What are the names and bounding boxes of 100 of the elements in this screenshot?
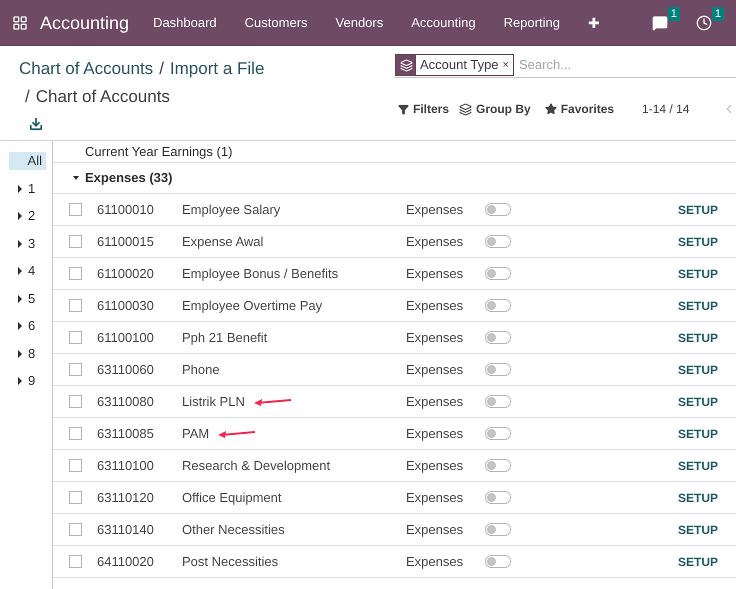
setup-link[interactable]: SETUP	[678, 392, 718, 410]
filter-icon	[398, 104, 409, 114]
setup-link[interactable]: SETUP	[678, 360, 718, 378]
setup-link[interactable]: SETUP	[678, 200, 718, 218]
sidebar-item-label: 4	[28, 262, 36, 280]
account-type: Expenses	[406, 264, 464, 283]
setup-link[interactable]: SETUP	[678, 296, 718, 314]
sidebar-item-label: 9	[28, 372, 36, 390]
toggle-switch[interactable]	[485, 363, 511, 376]
toggle-switch[interactable]	[485, 267, 511, 280]
toggle-switch[interactable]	[485, 491, 511, 504]
sidebar-item[interactable]: 9	[9, 372, 46, 390]
search-field[interactable]: Search...	[518, 55, 736, 75]
row-checkbox[interactable]	[69, 459, 82, 472]
account-name: Pph 21 Benefit	[182, 328, 268, 347]
row-checkbox[interactable]	[69, 555, 82, 568]
nav-menu-item[interactable]: Vendors	[336, 13, 384, 33]
nav-menu-item[interactable]: Reporting	[504, 13, 560, 33]
download-icon[interactable]	[29, 117, 43, 131]
account-code: 61100100	[97, 328, 155, 347]
account-type: Expenses	[406, 488, 464, 507]
setup-link[interactable]: SETUP	[678, 456, 718, 474]
account-code: 63110140	[97, 520, 155, 539]
sidebar-item[interactable]: 2	[9, 207, 46, 225]
row-checkbox[interactable]	[69, 395, 82, 408]
toggle-switch[interactable]	[485, 523, 511, 536]
toggle-switch[interactable]	[485, 555, 511, 568]
sidebar-item-label: 2	[28, 207, 36, 226]
row-checkbox[interactable]	[69, 267, 82, 280]
row-checkbox[interactable]	[69, 331, 82, 344]
row-checkbox[interactable]	[69, 203, 82, 216]
row-checkbox[interactable]	[69, 235, 82, 248]
account-type: Expenses	[406, 424, 464, 443]
toggle-switch[interactable]	[485, 395, 511, 408]
sidebar-item[interactable]: 6	[9, 317, 46, 335]
nav-menu-item[interactable]: Customers	[244, 13, 308, 33]
row-checkbox[interactable]	[69, 427, 82, 440]
facet-label: Account Type	[419, 56, 500, 74]
favorites-button[interactable]: Favorites	[544, 100, 614, 118]
caret-icon	[17, 294, 23, 302]
row-checkbox[interactable]	[69, 523, 82, 536]
toggle-switch[interactable]	[485, 459, 511, 472]
apps-menu-icon[interactable]	[12, 15, 28, 31]
caret-icon	[17, 184, 23, 192]
layers-icon	[459, 102, 472, 116]
account-type: Expenses	[406, 232, 464, 251]
breadcrumb[interactable]: Chart of Accounts	[19, 55, 154, 83]
pager-value: 1-14 / 14	[642, 101, 690, 118]
row-checkbox[interactable]	[69, 299, 82, 312]
breadcrumb[interactable]: Import a File	[170, 55, 264, 83]
annotation-arrow	[217, 428, 258, 438]
setup-link[interactable]: SETUP	[678, 520, 718, 538]
group-by-button[interactable]: Group By	[459, 100, 531, 118]
clock-icon[interactable]	[696, 15, 712, 31]
setup-link[interactable]: SETUP	[678, 264, 718, 282]
app-name[interactable]: Accounting	[40, 10, 130, 36]
filters-button[interactable]: Filters	[398, 100, 450, 118]
account-code: 63110085	[97, 424, 155, 443]
account-code: 61100020	[97, 264, 155, 283]
toggle-switch[interactable]	[485, 427, 511, 440]
caret-icon	[17, 377, 23, 385]
breadcrumb: Chart of Accounts	[36, 86, 170, 108]
layers-icon	[400, 58, 412, 72]
account-code: 63110060	[97, 360, 155, 379]
toggle-switch[interactable]	[485, 203, 511, 216]
setup-link[interactable]: SETUP	[678, 328, 718, 346]
nav-menu-item[interactable]: Accounting	[411, 13, 476, 33]
account-name: Employee Bonus / Benefits	[182, 264, 338, 283]
setup-link[interactable]: SETUP	[678, 424, 718, 442]
nav-menu-item[interactable]: Dashboard	[153, 13, 217, 33]
toggle-switch[interactable]	[485, 331, 511, 344]
sidebar-item[interactable]: 1	[9, 180, 46, 198]
row-checkbox[interactable]	[69, 491, 82, 504]
group-row[interactable]: Current Year Earnings (1)	[53, 141, 736, 163]
toggle-switch[interactable]	[485, 235, 511, 248]
sidebar-item-label: 6	[28, 317, 36, 336]
sidebar-item[interactable]: 4	[9, 262, 46, 280]
row-checkbox[interactable]	[69, 363, 82, 376]
new-item-button[interactable]: ✚	[588, 12, 600, 34]
sidebar-item[interactable]: 5	[9, 290, 46, 308]
account-name: Other Necessities	[182, 520, 285, 539]
notification-badge: 1	[712, 7, 724, 21]
caret-icon	[17, 212, 23, 220]
caret-icon	[17, 240, 23, 248]
sidebar-item[interactable]: 3	[9, 234, 46, 252]
setup-link[interactable]: SETUP	[678, 232, 718, 250]
sidebar-item[interactable]: 8	[9, 344, 46, 362]
account-type: Expenses	[406, 392, 464, 411]
account-type: Expenses	[406, 456, 464, 475]
facet-remove-button[interactable]: ×	[502, 56, 513, 74]
setup-link[interactable]: SETUP	[678, 552, 718, 570]
sidebar-item[interactable]: All	[9, 152, 46, 170]
group-row[interactable]: Expenses (33)	[53, 163, 736, 194]
account-name: Employee Salary	[182, 200, 280, 219]
caret-icon	[17, 322, 23, 330]
toggle-switch[interactable]	[485, 299, 511, 312]
sidebar-item-label: 8	[28, 344, 36, 363]
chat-icon[interactable]	[652, 15, 668, 31]
account-code: 61100015	[97, 232, 155, 251]
setup-link[interactable]: SETUP	[678, 488, 718, 506]
